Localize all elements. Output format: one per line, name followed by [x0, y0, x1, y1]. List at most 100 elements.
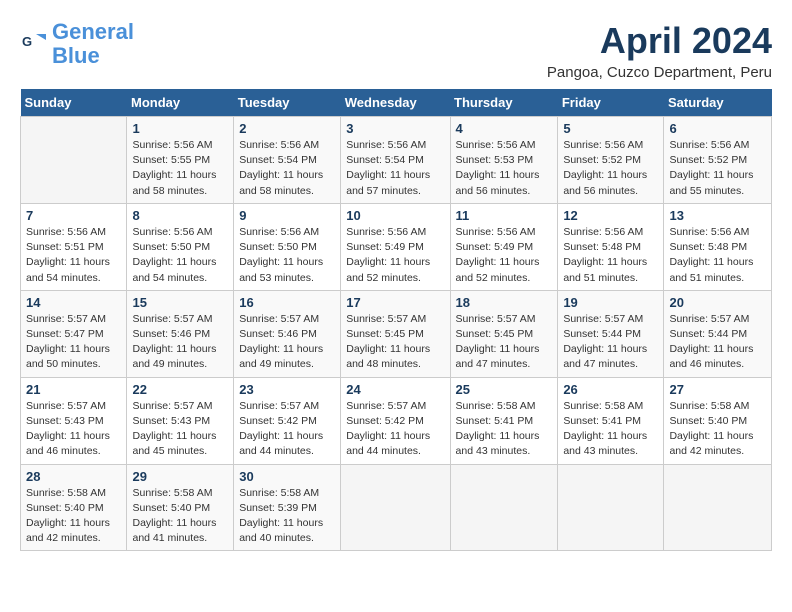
- day-info: Sunrise: 5:56 AM Sunset: 5:52 PM Dayligh…: [669, 138, 766, 199]
- day-cell: [664, 464, 772, 551]
- day-cell: 13 Sunrise: 5:56 AM Sunset: 5:48 PM Dayli…: [664, 203, 772, 290]
- day-number: 19: [563, 295, 658, 310]
- day-number: 12: [563, 208, 658, 223]
- day-number: 7: [26, 208, 121, 223]
- day-number: 1: [132, 121, 228, 136]
- day-info: Sunrise: 5:57 AM Sunset: 5:44 PM Dayligh…: [669, 312, 766, 373]
- day-info: Sunrise: 5:56 AM Sunset: 5:52 PM Dayligh…: [563, 138, 658, 199]
- day-info: Sunrise: 5:57 AM Sunset: 5:43 PM Dayligh…: [132, 399, 228, 460]
- header-cell-monday: Monday: [127, 89, 234, 117]
- day-number: 3: [346, 121, 444, 136]
- day-number: 25: [456, 382, 553, 397]
- header-cell-sunday: Sunday: [21, 89, 127, 117]
- day-cell: 9 Sunrise: 5:56 AM Sunset: 5:50 PM Daylig…: [234, 203, 341, 290]
- day-info: Sunrise: 5:56 AM Sunset: 5:54 PM Dayligh…: [239, 138, 335, 199]
- day-number: 30: [239, 469, 335, 484]
- logo-line2: Blue: [52, 43, 100, 68]
- day-info: Sunrise: 5:56 AM Sunset: 5:49 PM Dayligh…: [456, 225, 553, 286]
- day-info: Sunrise: 5:57 AM Sunset: 5:47 PM Dayligh…: [26, 312, 121, 373]
- day-number: 9: [239, 208, 335, 223]
- day-info: Sunrise: 5:57 AM Sunset: 5:46 PM Dayligh…: [132, 312, 228, 373]
- day-number: 20: [669, 295, 766, 310]
- day-number: 23: [239, 382, 335, 397]
- day-cell: 19 Sunrise: 5:57 AM Sunset: 5:44 PM Dayli…: [558, 290, 664, 377]
- day-number: 18: [456, 295, 553, 310]
- week-row-4: 21 Sunrise: 5:57 AM Sunset: 5:43 PM Dayli…: [21, 377, 772, 464]
- week-row-2: 7 Sunrise: 5:56 AM Sunset: 5:51 PM Daylig…: [21, 203, 772, 290]
- day-info: Sunrise: 5:56 AM Sunset: 5:53 PM Dayligh…: [456, 138, 553, 199]
- day-info: Sunrise: 5:57 AM Sunset: 5:44 PM Dayligh…: [563, 312, 658, 373]
- header-cell-wednesday: Wednesday: [341, 89, 450, 117]
- day-number: 4: [456, 121, 553, 136]
- header-cell-tuesday: Tuesday: [234, 89, 341, 117]
- week-row-3: 14 Sunrise: 5:57 AM Sunset: 5:47 PM Dayli…: [21, 290, 772, 377]
- day-info: Sunrise: 5:58 AM Sunset: 5:41 PM Dayligh…: [563, 399, 658, 460]
- day-cell: 22 Sunrise: 5:57 AM Sunset: 5:43 PM Dayli…: [127, 377, 234, 464]
- day-info: Sunrise: 5:58 AM Sunset: 5:40 PM Dayligh…: [132, 486, 228, 547]
- day-number: 17: [346, 295, 444, 310]
- day-cell: 24Sunrise: 5:57 AM Sunset: 5:42 PM Dayli…: [341, 377, 450, 464]
- header-cell-thursday: Thursday: [450, 89, 558, 117]
- day-number: 15: [132, 295, 228, 310]
- day-number: 2: [239, 121, 335, 136]
- day-cell: 26 Sunrise: 5:58 AM Sunset: 5:41 PM Dayli…: [558, 377, 664, 464]
- day-number: 28: [26, 469, 121, 484]
- header-cell-friday: Friday: [558, 89, 664, 117]
- day-number: 10: [346, 208, 444, 223]
- day-cell: 8 Sunrise: 5:56 AM Sunset: 5:50 PM Daylig…: [127, 203, 234, 290]
- day-cell: 1 Sunrise: 5:56 AM Sunset: 5:55 PM Daylig…: [127, 117, 234, 204]
- day-number: 5: [563, 121, 658, 136]
- day-number: 14: [26, 295, 121, 310]
- month-title: April 2024: [547, 20, 772, 62]
- day-cell: [450, 464, 558, 551]
- day-number: 11: [456, 208, 553, 223]
- day-cell: 17Sunrise: 5:57 AM Sunset: 5:45 PM Dayli…: [341, 290, 450, 377]
- day-cell: 5 Sunrise: 5:56 AM Sunset: 5:52 PM Daylig…: [558, 117, 664, 204]
- day-number: 21: [26, 382, 121, 397]
- day-info: Sunrise: 5:56 AM Sunset: 5:54 PM Dayligh…: [346, 138, 444, 199]
- day-cell: 3 Sunrise: 5:56 AM Sunset: 5:54 PM Daylig…: [341, 117, 450, 204]
- calendar-table: SundayMondayTuesdayWednesdayThursdayFrid…: [20, 89, 772, 551]
- logo: G General Blue: [20, 20, 134, 68]
- day-info: Sunrise: 5:58 AM Sunset: 5:40 PM Dayligh…: [26, 486, 121, 547]
- day-number: 16: [239, 295, 335, 310]
- day-number: 22: [132, 382, 228, 397]
- day-cell: [21, 117, 127, 204]
- header: G General Blue April 2024 Pangoa, Cuzco …: [20, 20, 772, 81]
- calendar-header-row: SundayMondayTuesdayWednesdayThursdayFrid…: [21, 89, 772, 117]
- day-info: Sunrise: 5:56 AM Sunset: 5:50 PM Dayligh…: [239, 225, 335, 286]
- day-number: 8: [132, 208, 228, 223]
- day-cell: [341, 464, 450, 551]
- day-cell: 2 Sunrise: 5:56 AM Sunset: 5:54 PM Daylig…: [234, 117, 341, 204]
- day-cell: 27Sunrise: 5:58 AM Sunset: 5:40 PM Dayli…: [664, 377, 772, 464]
- day-info: Sunrise: 5:57 AM Sunset: 5:42 PM Dayligh…: [346, 399, 444, 460]
- day-cell: 7 Sunrise: 5:56 AM Sunset: 5:51 PM Daylig…: [21, 203, 127, 290]
- day-cell: [558, 464, 664, 551]
- day-cell: 10Sunrise: 5:56 AM Sunset: 5:49 PM Dayli…: [341, 203, 450, 290]
- day-cell: 25 Sunrise: 5:58 AM Sunset: 5:41 PM Dayli…: [450, 377, 558, 464]
- week-row-1: 1 Sunrise: 5:56 AM Sunset: 5:55 PM Daylig…: [21, 117, 772, 204]
- day-cell: 20 Sunrise: 5:57 AM Sunset: 5:44 PM Dayli…: [664, 290, 772, 377]
- day-cell: 6 Sunrise: 5:56 AM Sunset: 5:52 PM Daylig…: [664, 117, 772, 204]
- day-number: 6: [669, 121, 766, 136]
- day-number: 27: [669, 382, 766, 397]
- day-info: Sunrise: 5:56 AM Sunset: 5:50 PM Dayligh…: [132, 225, 228, 286]
- day-info: Sunrise: 5:56 AM Sunset: 5:55 PM Dayligh…: [132, 138, 228, 199]
- location-title: Pangoa, Cuzco Department, Peru: [547, 64, 772, 81]
- day-info: Sunrise: 5:57 AM Sunset: 5:43 PM Dayligh…: [26, 399, 121, 460]
- day-cell: 11 Sunrise: 5:56 AM Sunset: 5:49 PM Dayli…: [450, 203, 558, 290]
- day-info: Sunrise: 5:56 AM Sunset: 5:51 PM Dayligh…: [26, 225, 121, 286]
- day-info: Sunrise: 5:56 AM Sunset: 5:48 PM Dayligh…: [669, 225, 766, 286]
- day-cell: 29Sunrise: 5:58 AM Sunset: 5:40 PM Dayli…: [127, 464, 234, 551]
- title-area: April 2024 Pangoa, Cuzco Department, Per…: [547, 20, 772, 81]
- header-cell-saturday: Saturday: [664, 89, 772, 117]
- day-info: Sunrise: 5:58 AM Sunset: 5:41 PM Dayligh…: [456, 399, 553, 460]
- logo-line1: General: [52, 19, 134, 44]
- day-number: 13: [669, 208, 766, 223]
- day-cell: 16Sunrise: 5:57 AM Sunset: 5:46 PM Dayli…: [234, 290, 341, 377]
- day-info: Sunrise: 5:56 AM Sunset: 5:48 PM Dayligh…: [563, 225, 658, 286]
- day-cell: 14 Sunrise: 5:57 AM Sunset: 5:47 PM Dayli…: [21, 290, 127, 377]
- day-number: 26: [563, 382, 658, 397]
- day-info: Sunrise: 5:57 AM Sunset: 5:45 PM Dayligh…: [456, 312, 553, 373]
- day-cell: 18 Sunrise: 5:57 AM Sunset: 5:45 PM Dayli…: [450, 290, 558, 377]
